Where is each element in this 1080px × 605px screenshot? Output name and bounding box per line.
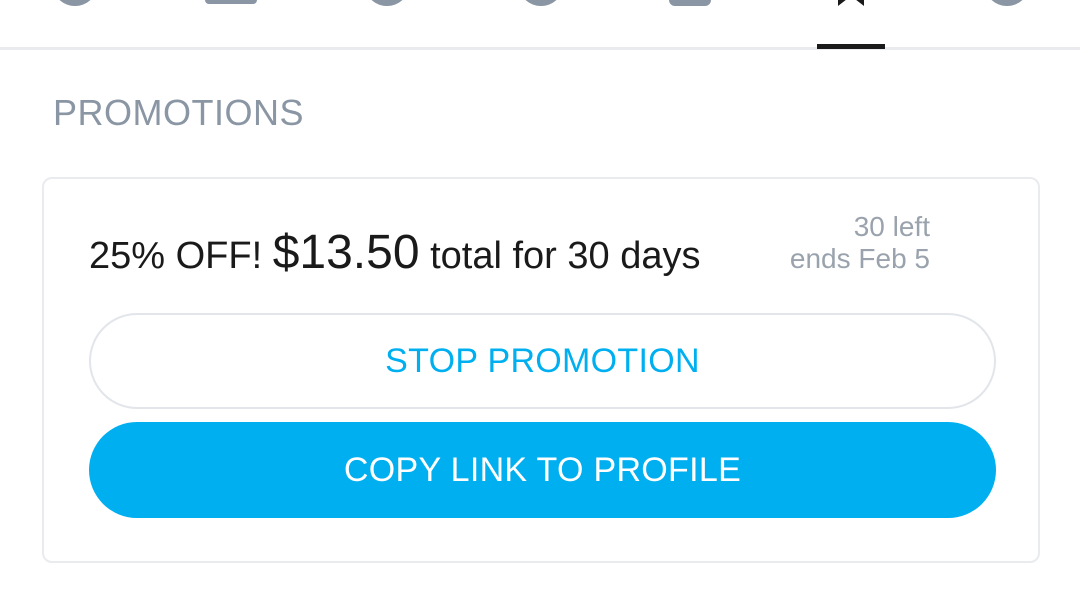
tab-document[interactable] (669, 0, 711, 50)
user-icon (364, 0, 410, 6)
discount-label: 25% OFF! (89, 235, 263, 277)
bookmark-icon (838, 0, 864, 6)
promotion-headline: 25% OFF! $13.50 total for 30 days (89, 223, 700, 286)
tab-bar (0, 0, 1080, 50)
settings-icon (984, 0, 1030, 6)
section-title: PROMOTIONS (53, 92, 305, 133)
tab-user[interactable] (364, 0, 410, 50)
promotion-meta: 30 left ends Feb 5 (790, 211, 930, 275)
tab-clock[interactable] (518, 0, 564, 50)
document-icon (669, 0, 711, 6)
tab-settings[interactable] (984, 0, 1030, 50)
profile-icon (52, 0, 98, 6)
tab-media[interactable] (205, 0, 257, 50)
media-icon (205, 0, 257, 4)
tab-bookmark[interactable] (838, 0, 864, 50)
active-tab-indicator (817, 44, 885, 49)
tab-profile[interactable] (52, 0, 98, 50)
promotion-price: $13.50 (272, 226, 420, 279)
promotion-card: 25% OFF! $13.50 total for 30 days 30 lef… (42, 177, 1040, 563)
clock-icon (518, 0, 564, 6)
stop-promotion-button[interactable]: STOP PROMOTION (89, 313, 996, 409)
end-date: ends Feb 5 (789, 243, 930, 274)
duration-label: total for 30 days (430, 235, 701, 277)
copy-link-button[interactable]: COPY LINK TO PROFILE (89, 422, 996, 518)
remaining-count: 30 left (853, 211, 930, 242)
